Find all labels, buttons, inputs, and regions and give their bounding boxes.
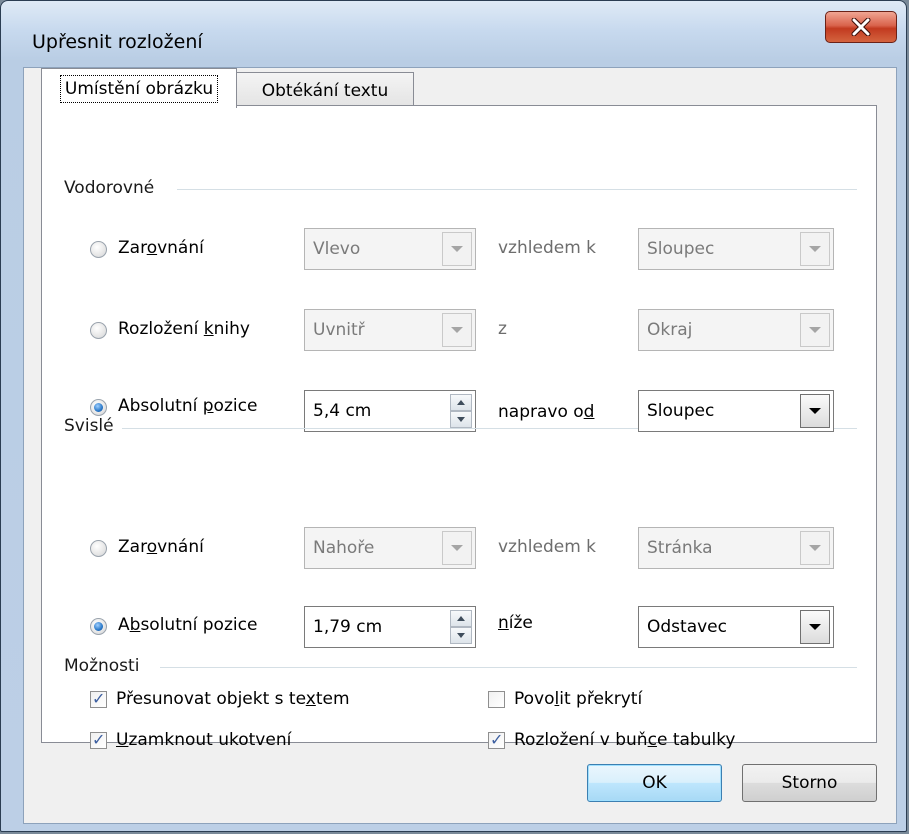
group-label-vertical: Svislé bbox=[64, 416, 114, 436]
radio-vertical-alignment[interactable] bbox=[90, 540, 107, 557]
checkbox-allow-overlap[interactable] bbox=[488, 691, 505, 708]
label-below: níže bbox=[498, 613, 533, 633]
horizontal-alignment-relative-select: Sloupec bbox=[638, 228, 834, 270]
chevron-down-icon bbox=[800, 313, 830, 347]
select-value: Sloupec bbox=[647, 239, 715, 259]
vertical-alignment-relative-select: Stránka bbox=[638, 527, 834, 569]
label-vertical-alignment: Zarovnání bbox=[118, 537, 204, 557]
chevron-down-icon bbox=[800, 531, 830, 565]
arrow-up-icon bbox=[457, 400, 465, 405]
vertical-position-input[interactable]: 1,79 cm bbox=[304, 606, 476, 648]
label-relative-to: vzhledem k bbox=[498, 537, 596, 557]
group-divider bbox=[177, 189, 857, 190]
label-right-of: napravo od bbox=[498, 402, 595, 422]
arrow-up-icon bbox=[457, 616, 465, 621]
select-value: Sloupec bbox=[647, 401, 715, 421]
label-move-with-text: Přesunovat objekt s textem bbox=[116, 689, 350, 709]
chevron-down-icon bbox=[442, 232, 472, 266]
input-value: 1,79 cm bbox=[313, 617, 383, 637]
vertical-alignment-select: Nahoře bbox=[304, 527, 476, 569]
label-layout-in-table-cell: Rozložení v buňce tabulky bbox=[514, 730, 736, 750]
label-horizontal-alignment: Zarovnání bbox=[118, 238, 204, 258]
vertical-relative-to-select[interactable]: Odstavec bbox=[638, 606, 834, 648]
label-book-layout: Rozložení knihy bbox=[118, 319, 250, 339]
horizontal-alignment-select: Vlevo bbox=[304, 228, 476, 270]
dialog-window: Upřesnit rozložení Umístění obrázku Obté… bbox=[0, 0, 907, 832]
radio-horizontal-alignment[interactable] bbox=[90, 241, 107, 258]
checkbox-layout-in-table-cell[interactable] bbox=[488, 730, 505, 749]
group-label-horizontal: Vodorovné bbox=[64, 178, 155, 198]
spin-buttons bbox=[450, 394, 472, 428]
label-horizontal-absolute-position: Absolutní pozice bbox=[118, 396, 258, 416]
spin-down-button[interactable] bbox=[450, 627, 472, 644]
close-icon bbox=[851, 18, 871, 36]
tab-text-wrapping[interactable]: Obtékání textu bbox=[236, 72, 414, 108]
tab-label: Umístění obrázku bbox=[59, 74, 219, 103]
spin-up-button[interactable] bbox=[450, 394, 472, 411]
cancel-button[interactable]: Storno bbox=[742, 764, 877, 802]
tab-image-position[interactable]: Umístění obrázku bbox=[41, 68, 237, 108]
label-of: z bbox=[498, 319, 507, 339]
select-value: Stránka bbox=[647, 538, 713, 558]
chevron-down-icon[interactable] bbox=[800, 610, 830, 644]
label-relative-to: vzhledem k bbox=[498, 238, 596, 258]
radio-book-layout[interactable] bbox=[90, 322, 107, 339]
spin-down-button[interactable] bbox=[450, 411, 472, 428]
group-divider bbox=[160, 667, 857, 668]
select-value: Nahoře bbox=[313, 538, 375, 558]
horizontal-relative-to-select[interactable]: Sloupec bbox=[638, 390, 834, 432]
label-lock-anchor: Uzamknout ukotvení bbox=[116, 730, 292, 750]
tab-label: Obtékání textu bbox=[261, 80, 389, 101]
ok-button[interactable]: OK bbox=[587, 764, 722, 802]
input-value: 5,4 cm bbox=[313, 401, 372, 421]
tab-panel: Vodorovné Zarovnání Vlevo vzhledem k Slo… bbox=[41, 105, 877, 750]
select-value: Uvnitř bbox=[313, 320, 365, 340]
checkbox-lock-anchor[interactable] bbox=[90, 730, 107, 749]
select-value: Vlevo bbox=[313, 239, 361, 259]
radio-vertical-absolute-position[interactable] bbox=[90, 618, 107, 635]
dialog-title: Upřesnit rozložení bbox=[32, 31, 203, 53]
chevron-down-icon bbox=[442, 531, 472, 565]
label-allow-overlap: Povolit překrytí bbox=[514, 689, 643, 709]
horizontal-position-input[interactable]: 5,4 cm bbox=[304, 390, 476, 432]
chevron-down-icon[interactable] bbox=[800, 394, 830, 428]
book-layout-relative-select: Okraj bbox=[638, 309, 834, 351]
select-value: Odstavec bbox=[647, 617, 727, 637]
radio-horizontal-absolute-position[interactable] bbox=[90, 399, 107, 416]
arrow-down-icon bbox=[457, 633, 465, 638]
checkbox-move-with-text[interactable] bbox=[90, 689, 107, 708]
group-divider bbox=[834, 428, 857, 429]
spin-up-button[interactable] bbox=[450, 610, 472, 627]
group-label-options: Možnosti bbox=[64, 656, 140, 676]
chevron-down-icon bbox=[442, 313, 472, 347]
book-layout-select: Uvnitř bbox=[304, 309, 476, 351]
select-value: Okraj bbox=[647, 320, 693, 340]
close-button[interactable] bbox=[825, 11, 897, 43]
label-vertical-absolute-position: Absolutní pozice bbox=[118, 615, 258, 635]
group-divider bbox=[122, 428, 638, 429]
arrow-down-icon bbox=[457, 417, 465, 422]
spin-buttons bbox=[450, 610, 472, 644]
dialog-client-area: Umístění obrázku Obtékání textu Vodorovn… bbox=[23, 67, 897, 824]
chevron-down-icon bbox=[800, 232, 830, 266]
